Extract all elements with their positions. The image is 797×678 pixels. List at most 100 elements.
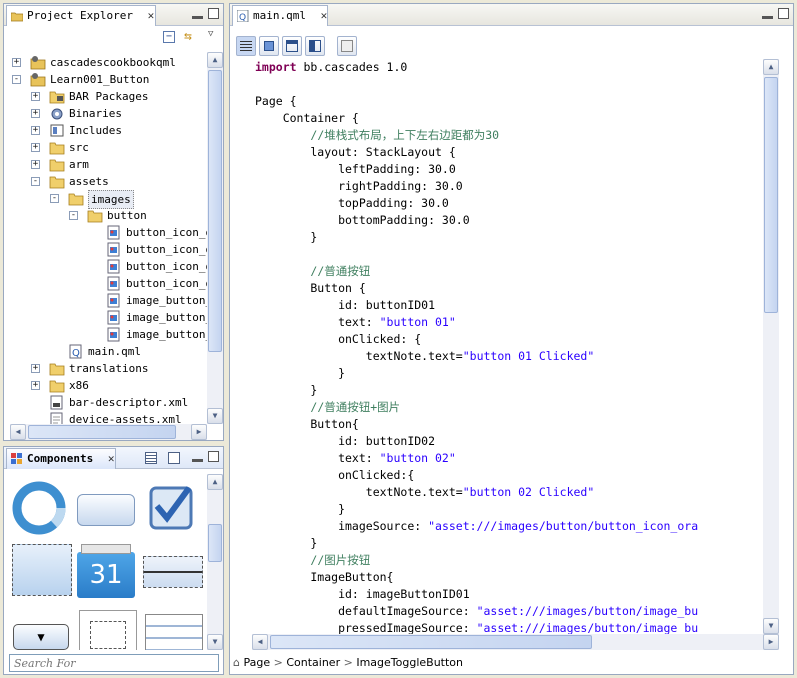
date-time-picker-component[interactable]: 31 <box>75 542 139 602</box>
layout-view-icon[interactable] <box>168 452 180 464</box>
activity-indicator-component[interactable] <box>9 478 73 538</box>
tree-node[interactable]: image_button_c <box>86 292 210 309</box>
tree-node[interactable]: button_icon_or <box>86 224 210 241</box>
expand-icon[interactable]: + <box>31 143 40 152</box>
scroll-up-arrow[interactable]: ▲ <box>207 52 223 68</box>
code-line[interactable]: topPadding: 30.0 <box>255 195 449 212</box>
close-icon[interactable]: ✕ <box>148 9 155 22</box>
code-line[interactable]: Button{ <box>255 416 358 433</box>
code-line[interactable]: onClicked:{ <box>255 467 414 484</box>
collapse-icon[interactable]: - <box>31 177 40 186</box>
expand-icon[interactable]: + <box>31 160 40 169</box>
code-line[interactable]: } <box>255 229 317 246</box>
tab-components[interactable]: Components ✕ <box>6 448 116 469</box>
tree-node[interactable]: + cascadescookbookqml <box>10 54 210 71</box>
minimize-icon[interactable] <box>192 16 203 19</box>
code-line[interactable]: textNote.text="button 02 Clicked" <box>255 484 595 501</box>
code-line[interactable]: Page { <box>255 93 297 110</box>
view-menu-icon[interactable]: ▽ <box>208 29 213 39</box>
editor-scrollbar-horizontal[interactable]: ◀ ▶ <box>252 634 779 650</box>
split-vertical-button[interactable] <box>305 36 325 56</box>
scroll-left-arrow[interactable]: ◀ <box>10 424 26 440</box>
code-line[interactable]: //普通按钮+图片 <box>255 399 400 416</box>
collapse-icon[interactable]: - <box>69 211 78 220</box>
tree-node[interactable]: - assets <box>29 173 210 190</box>
scroll-up-arrow[interactable]: ▲ <box>763 59 779 75</box>
close-icon[interactable]: ✕ <box>321 9 328 22</box>
empty-component[interactable] <box>75 606 139 650</box>
code-line[interactable]: text: "button 02" <box>255 450 456 467</box>
list-view-component[interactable] <box>141 606 205 650</box>
code-line[interactable]: import bb.cascades 1.0 <box>255 59 407 76</box>
tree-node[interactable]: - Learn001_Button <box>10 71 210 88</box>
expand-icon[interactable]: + <box>31 126 40 135</box>
scroll-down-arrow[interactable]: ▼ <box>207 634 223 650</box>
code-line[interactable]: ImageButton{ <box>255 569 393 586</box>
preview-button[interactable] <box>337 36 357 56</box>
expand-icon[interactable]: + <box>12 58 21 67</box>
tree-node[interactable]: + arm <box>29 156 210 173</box>
expand-icon[interactable]: + <box>31 364 40 373</box>
code-line[interactable]: //堆栈式布局，上下左右边距都为30 <box>255 127 499 144</box>
code-line[interactable]: bottomPadding: 30.0 <box>255 212 470 229</box>
code-line[interactable]: Container { <box>255 110 359 127</box>
code-line[interactable]: //普通按钮 <box>255 263 370 280</box>
expand-icon[interactable]: + <box>31 92 40 101</box>
maximize-icon[interactable] <box>208 451 219 462</box>
components-search-input[interactable] <box>9 654 219 672</box>
tree-node[interactable]: + src <box>29 139 210 156</box>
drop-down-component[interactable]: ▼ <box>9 606 73 650</box>
collapse-all-icon[interactable]: − <box>163 31 175 43</box>
breadcrumb-item[interactable]: ImageToggleButton <box>356 656 463 669</box>
scroll-left-arrow[interactable]: ◀ <box>252 634 268 650</box>
list-view-icon[interactable] <box>145 452 157 464</box>
tree-scrollbar-horizontal[interactable]: ◀ ▶ <box>10 424 207 440</box>
container-component[interactable] <box>9 542 73 602</box>
scroll-thumb[interactable] <box>764 77 778 313</box>
code-line[interactable]: } <box>255 382 317 399</box>
checkbox-component[interactable] <box>141 478 205 538</box>
tree-node[interactable]: image_button_s <box>86 326 210 343</box>
code-line[interactable]: text: "button 01" <box>255 314 456 331</box>
scroll-thumb[interactable] <box>28 425 176 439</box>
code-line[interactable]: id: buttonID01 <box>255 297 435 314</box>
tree-node[interactable]: image_button_c <box>86 309 210 326</box>
tree-node[interactable]: + BAR Packages <box>29 88 210 105</box>
code-line[interactable]: onClicked: { <box>255 331 421 348</box>
code-line[interactable]: Button { <box>255 280 365 297</box>
tree-node[interactable]: button_icon_or <box>86 258 210 275</box>
expand-icon[interactable]: + <box>31 109 40 118</box>
editor-scrollbar-vertical[interactable]: ▲ ▼ <box>763 59 779 634</box>
breadcrumb-item[interactable]: Container <box>286 656 340 669</box>
tree-node[interactable]: - button <box>67 207 210 224</box>
tab-main-qml[interactable]: Q main.qml ✕ <box>232 5 328 26</box>
code-line[interactable]: layout: StackLayout { <box>255 144 455 161</box>
tree-node[interactable]: Qmain.qml <box>48 343 210 360</box>
code-line[interactable]: } <box>255 365 345 382</box>
scroll-down-arrow[interactable]: ▼ <box>207 408 223 424</box>
tree-scrollbar-vertical[interactable]: ▲ ▼ <box>207 52 223 424</box>
breadcrumb-item[interactable]: Page <box>243 656 270 669</box>
close-icon[interactable]: ✕ <box>108 452 115 465</box>
split-horizontal-button[interactable] <box>282 36 302 56</box>
maximize-icon[interactable] <box>778 8 789 19</box>
code-editor[interactable]: import bb.cascades 1.0 Page { Container {… <box>252 59 762 634</box>
tree-node[interactable]: button_icon_or <box>86 241 210 258</box>
source-view-button[interactable] <box>236 36 256 56</box>
design-view-button[interactable] <box>259 36 279 56</box>
expand-icon[interactable]: + <box>31 381 40 390</box>
tree-node[interactable]: bar-descriptor.xml <box>29 394 210 411</box>
button-component[interactable] <box>75 478 139 538</box>
tree-node[interactable]: + translations <box>29 360 210 377</box>
scroll-right-arrow[interactable]: ▶ <box>763 634 779 650</box>
scroll-down-arrow[interactable]: ▼ <box>763 618 779 634</box>
maximize-icon[interactable] <box>208 8 219 19</box>
tree-node[interactable]: button_icon_or <box>86 275 210 292</box>
code-line[interactable]: rightPadding: 30.0 <box>255 178 463 195</box>
scroll-thumb[interactable] <box>208 524 222 562</box>
scroll-thumb[interactable] <box>270 635 592 649</box>
code-line[interactable]: imageSource: "asset:///images/button/but… <box>255 518 698 535</box>
code-line[interactable]: } <box>255 535 317 552</box>
code-line[interactable]: id: buttonID02 <box>255 433 435 450</box>
tree-node[interactable]: + Binaries <box>29 105 210 122</box>
